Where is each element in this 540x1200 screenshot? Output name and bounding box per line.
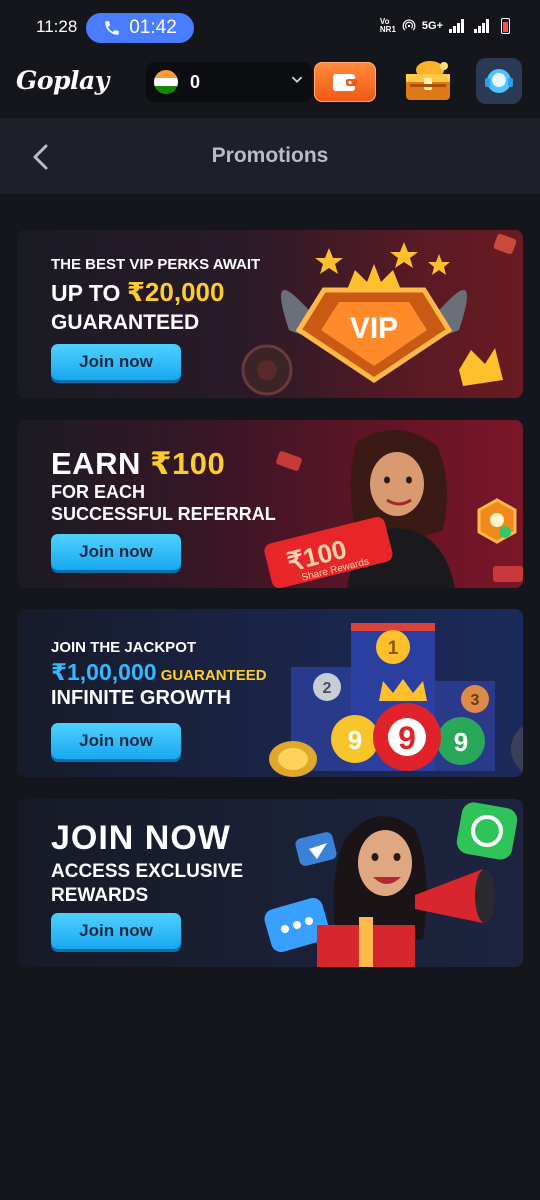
chevron-down-icon	[292, 76, 302, 83]
promo-jack-line1: JOIN THE JACKPOT	[51, 639, 197, 656]
battery-icon	[501, 18, 510, 34]
treasure-chest-icon[interactable]	[400, 56, 456, 106]
promo-banner-referral[interactable]: EARN ₹100 FOR EACH SUCCESSFUL REFERRAL J…	[17, 420, 523, 588]
hotspot-icon	[402, 19, 416, 31]
phone-icon	[105, 21, 119, 35]
promo-join-line2: ACCESS EXCLUSIVE	[51, 861, 244, 882]
vip-badge-illustration: VIP	[241, 233, 517, 396]
status-time: 11:28	[36, 17, 78, 36]
status-bar: 11:28 01:42 Vo NR1 5G+	[0, 0, 540, 56]
call-indicator[interactable]: 01:42	[86, 13, 194, 43]
volte-label: Vo NR1	[379, 17, 396, 34]
podium-1-label: 1	[388, 638, 399, 659]
title-bar: Promotions	[0, 118, 540, 194]
signal-icon-2	[474, 19, 489, 33]
promo-ref-amount: ₹100	[149, 446, 226, 481]
ball-big-label: 9	[398, 720, 416, 756]
promo-vip-line3: GUARANTEED	[51, 311, 200, 334]
app-logo[interactable]: Goplay	[16, 66, 109, 95]
promo-jack-amount: ₹1,00,000	[51, 659, 157, 685]
jackpot-podium-illustration: 2 1 3 9 9 9	[269, 623, 523, 777]
join-now-button-referral[interactable]: Join now	[51, 534, 181, 570]
wallet-icon	[333, 74, 357, 91]
balance-selector[interactable]: 0	[146, 62, 312, 102]
promo-ref-line1: EARN ₹100	[51, 446, 225, 482]
customer-support-icon	[485, 69, 513, 93]
promo-vip-line2-prefix: UP TO	[51, 280, 127, 306]
page-title: Promotions	[211, 144, 329, 167]
join-now-button-community[interactable]: Join now	[51, 913, 181, 949]
join-now-button-jackpot[interactable]: Join now	[51, 723, 181, 759]
ball-left-label: 9	[348, 725, 362, 755]
promo-banner-jackpot[interactable]: JOIN THE JACKPOT ₹1,00,000 GUARANTEED IN…	[17, 609, 523, 777]
community-woman-illustration	[264, 802, 518, 967]
app-header: Goplay 0	[0, 56, 540, 116]
podium-3-label: 3	[471, 692, 480, 709]
promo-banner-community[interactable]: JOIN NOW ACCESS EXCLUSIVE REWARDS Join n…	[17, 799, 523, 967]
promo-join-line3: REWARDS	[51, 885, 149, 906]
podium-2-label: 2	[323, 680, 332, 697]
promo-vip-line2: UP TO ₹20,000	[51, 277, 224, 308]
join-now-button-vip[interactable]: Join now	[51, 344, 181, 380]
call-timer: 01:42	[129, 17, 177, 38]
promo-jack-line2: ₹1,00,000 GUARANTEED	[51, 659, 267, 686]
wallet-button[interactable]	[314, 62, 376, 102]
promo-jack-line3: INFINITE GROWTH	[51, 687, 231, 709]
promo-vip-amount: ₹20,000	[126, 277, 225, 307]
system-icons: Vo NR1 5G+	[380, 18, 510, 34]
vip-badge-text: VIP	[350, 312, 398, 345]
promo-ref-line2: FOR EACH	[51, 482, 145, 502]
promo-ref-line3: SUCCESSFUL REFERRAL	[51, 504, 276, 524]
signal-icon	[449, 19, 464, 33]
promo-join-line1: JOIN NOW	[51, 819, 231, 857]
network-label: 5G+	[421, 20, 443, 32]
promo-banner-vip[interactable]: THE BEST VIP PERKS AWAIT UP TO ₹20,000 G…	[17, 230, 523, 398]
balance-amount: 0	[190, 71, 201, 92]
promo-vip-line1: THE BEST VIP PERKS AWAIT	[51, 256, 261, 273]
support-button[interactable]	[476, 58, 522, 104]
promo-ref-line1-prefix: EARN	[51, 446, 150, 481]
referral-woman-illustration: ₹100 Share Rewards	[264, 429, 523, 588]
ball-right-label: 9	[454, 727, 468, 757]
india-flag-icon	[154, 70, 178, 94]
